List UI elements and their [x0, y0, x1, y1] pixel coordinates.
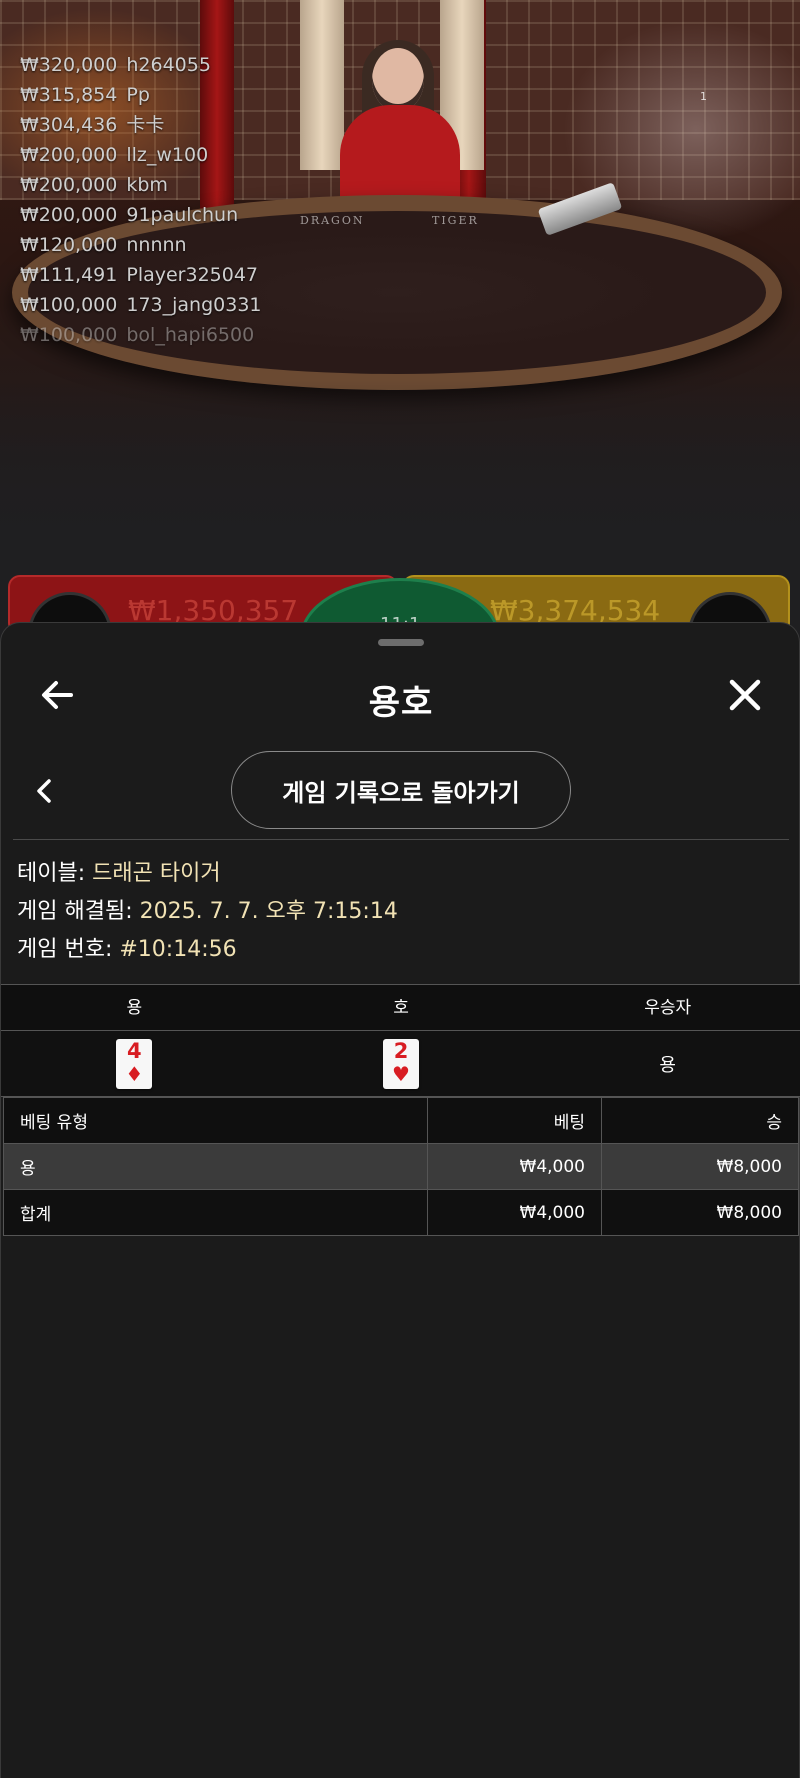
winner-amount: ₩200,000: [20, 144, 118, 166]
table-row: 용 ₩4,000 ₩8,000: [3, 1143, 799, 1190]
winner-row: ₩200,000 kbm: [20, 170, 262, 200]
tiger-column-header: 호: [393, 998, 409, 1018]
table-info-value: 드래곤 타이거: [92, 861, 221, 886]
game-history-sheet: 용호 게임 기록으로 돌아가기 테이블: 드래곤 타이거 게임 해결됨: 202…: [0, 622, 800, 1778]
table-tiger-label: TIGER: [432, 214, 479, 227]
winner-row: ₩100,000 bol_hapi6500: [20, 320, 262, 350]
game-number-row: 게임 번호: #10:14:56: [17, 931, 398, 969]
live-video-stream: DRAGON TIGER 1 ₩320,000 h264055 ₩315,854 Pp…: [0, 0, 800, 640]
total-bet-amount: ₩4,000: [427, 1189, 602, 1236]
dragon-card-cell: 4 ♦: [1, 1031, 268, 1096]
sheet-header: 용호: [1, 663, 800, 727]
game-details: 테이블: 드래곤 타이거 게임 해결됨: 2025. 7. 7. 오후 7:15…: [17, 855, 398, 969]
resolved-time-label: 게임 해결됨:: [17, 899, 133, 924]
table-dragon-label: DRAGON: [300, 214, 365, 227]
table-info-label: 테이블:: [17, 861, 86, 886]
winner-amount: ₩315,854: [20, 84, 118, 106]
winner-row: ₩304,436 卡卡: [20, 110, 262, 140]
table-info-row: 테이블: 드래곤 타이거: [17, 855, 398, 893]
winner-cell: 용: [534, 1031, 800, 1096]
winner-column-header: 우승자: [644, 998, 692, 1018]
winner-row: ₩100,000 173_jang0331: [20, 290, 262, 320]
winner-name: 173_jang0331: [126, 294, 262, 316]
dragon-playing-card: 4 ♦: [116, 1038, 153, 1089]
winner-name: h264055: [126, 54, 211, 76]
game-number-value: #10:14:56: [119, 937, 237, 962]
winner-name: llz_w100: [126, 144, 209, 166]
bet-type-cell: 용: [3, 1143, 428, 1190]
cards-table-header: 용 호 우승자: [1, 985, 800, 1031]
win-amount-cell: ₩8,000: [601, 1143, 799, 1190]
back-to-history-button[interactable]: 게임 기록으로 돌아가기: [231, 751, 571, 829]
tiger-playing-card: 2 ♥: [383, 1038, 419, 1089]
dealer-face: [372, 48, 424, 112]
winner-amount: ₩100,000: [20, 324, 118, 346]
winner-row: ₩111,491 Player325047: [20, 260, 262, 290]
winner-row: ₩120,000 nnnnn: [20, 230, 262, 260]
winner-amount: ₩100,000: [20, 294, 118, 316]
winner-name: nnnnn: [126, 234, 187, 256]
winner-value: 용: [659, 1054, 676, 1076]
sheet-grab-handle[interactable]: [378, 639, 424, 646]
winner-name: 91paulchun: [126, 204, 239, 226]
curtain-left: [300, 0, 344, 170]
diamond-suit-icon: ♦: [125, 1061, 144, 1086]
bets-table-header: 베팅 유형 베팅 승: [3, 1097, 799, 1144]
close-icon[interactable]: [725, 675, 765, 715]
winner-amount: ₩304,436: [20, 114, 118, 136]
winner-amount: ₩200,000: [20, 174, 118, 196]
resolved-time-row: 게임 해결됨: 2025. 7. 7. 오후 7:15:14: [17, 893, 398, 931]
tiger-card-cell: 2 ♥: [268, 1031, 535, 1096]
winner-row: ₩200,000 91paulchun: [20, 200, 262, 230]
dragon-card-rank: 4: [127, 1038, 142, 1063]
winner-amount: ₩111,491: [20, 264, 118, 286]
winner-name: bol_hapi6500: [126, 324, 255, 346]
bet-type-header: 베팅 유형: [3, 1097, 428, 1144]
winners-list: ₩320,000 h264055 ₩315,854 Pp ₩304,436 卡卡 ₩200,…: [20, 50, 262, 350]
winner-name: Pp: [126, 84, 150, 106]
winner-row: ₩315,854 Pp: [20, 80, 262, 110]
bets-table: 베팅 유형 베팅 승 용 ₩4,000 ₩8,000 합계 ₩4,000 ₩8,…: [3, 1097, 799, 1236]
cards-table-row: 4 ♦ 2 ♥ 용: [1, 1031, 800, 1097]
game-number-label: 게임 번호:: [17, 937, 113, 962]
winner-amount: ₩120,000: [20, 234, 118, 256]
winner-row: ₩200,000 llz_w100: [20, 140, 262, 170]
winner-name: Player325047: [126, 264, 259, 286]
total-label: 합계: [3, 1189, 428, 1236]
winner-name: kbm: [126, 174, 168, 196]
winner-name: 卡卡: [126, 114, 165, 136]
winner-row: ₩320,000 h264055: [20, 50, 262, 80]
winner-amount: ₩200,000: [20, 204, 118, 226]
winner-amount: ₩320,000: [20, 54, 118, 76]
divider: [13, 839, 789, 840]
corner-count: 1: [700, 90, 707, 103]
cards-result-table: 용 호 우승자 4 ♦ 2 ♥ 용: [1, 984, 800, 1097]
resolved-time-value: 2025. 7. 7. 오후 7:15:14: [139, 899, 398, 924]
chevron-left-icon[interactable]: [29, 773, 59, 809]
bet-amount-cell: ₩4,000: [427, 1143, 602, 1190]
win-amount-header: 승: [601, 1097, 799, 1144]
dragon-column-header: 용: [126, 998, 143, 1018]
total-win-amount: ₩8,000: [601, 1189, 799, 1236]
bet-amount-header: 베팅: [427, 1097, 602, 1144]
heart-suit-icon: ♥: [392, 1061, 410, 1086]
history-nav: 게임 기록으로 돌아가기: [1, 751, 800, 831]
tiger-card-rank: 2: [393, 1038, 409, 1063]
sheet-title: 용호: [368, 683, 434, 723]
total-row: 합계 ₩4,000 ₩8,000: [3, 1189, 799, 1236]
